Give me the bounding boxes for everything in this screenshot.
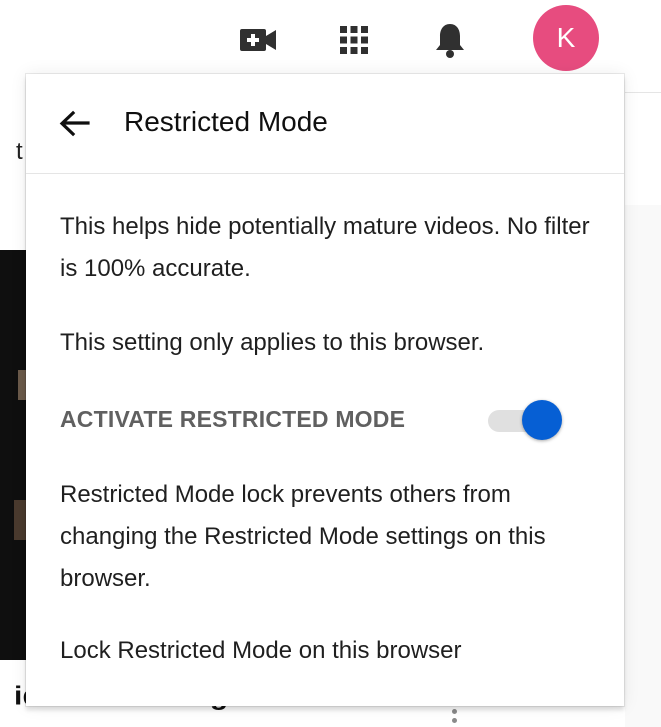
- lock-restricted-mode-link[interactable]: Lock Restricted Mode on this browser: [60, 630, 462, 672]
- browser-note: This setting only applies to this browse…: [60, 329, 485, 356]
- restricted-mode-toggle[interactable]: [486, 400, 562, 440]
- create-video-button[interactable]: [236, 18, 280, 62]
- restricted-mode-description: This helps hide potentially mature video…: [60, 213, 590, 282]
- video-camera-plus-icon: [240, 29, 276, 51]
- arrow-back-icon: [59, 110, 90, 137]
- restricted-mode-panel: Restricted Mode This helps hide potentia…: [26, 74, 624, 706]
- avatar-letter: K: [556, 22, 576, 53]
- apps-grid-icon: [340, 26, 368, 54]
- notifications-button[interactable]: [428, 18, 472, 62]
- lock-description: Restricted Mode lock prevents others fro…: [60, 481, 546, 592]
- toggle-thumb: [522, 400, 562, 440]
- page-divider: [625, 92, 661, 93]
- activate-restricted-mode-row[interactable]: ACTIVATE RESTRICTED MODE: [60, 394, 562, 444]
- back-button[interactable]: [52, 102, 96, 146]
- video-thumbnail-fragment[interactable]: [0, 250, 26, 660]
- apps-button[interactable]: [332, 18, 376, 62]
- panel-header: Restricted Mode: [26, 74, 624, 174]
- panel-title: Restricted Mode: [124, 106, 328, 137]
- avatar[interactable]: K: [533, 5, 599, 71]
- bell-icon: [436, 24, 464, 58]
- page-sidebar-area: [625, 205, 661, 727]
- toggle-label: ACTIVATE RESTRICTED MODE: [60, 406, 406, 432]
- background-text-fragment: t: [16, 138, 23, 165]
